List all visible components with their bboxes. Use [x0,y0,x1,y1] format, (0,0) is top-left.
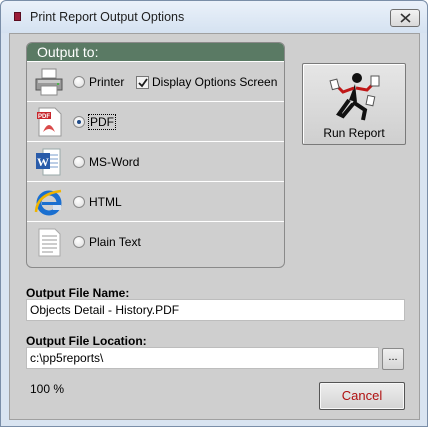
output-file-location-label: Output File Location: [26,334,147,348]
display-options-checkbox[interactable] [136,76,149,89]
app-icon [14,12,21,21]
printer-label: Printer [89,75,125,89]
text-document-icon [33,226,63,258]
output-option-printer: Printer Display Options Screen [27,61,284,101]
plain-text-label: Plain Text [89,235,141,249]
browse-button[interactable]: ... [382,348,404,370]
output-option-pdf: PDF PDF [27,101,284,141]
window-title: Print Report Output Options [30,10,185,24]
display-options-label: Display Options Screen [152,75,278,89]
output-option-plain-text: Plain Text [27,221,284,261]
close-button[interactable] [390,9,420,27]
close-icon [400,13,411,23]
dialog-window: Print Report Output Options Output to: P… [0,0,428,427]
output-to-header: Output to: [27,43,284,61]
plain-text-radio[interactable] [73,236,85,248]
printer-icon [33,66,63,98]
output-file-name-label: Output File Name: [26,286,130,300]
checkmark-icon [138,78,148,88]
title-bar[interactable]: Print Report Output Options [1,1,427,33]
html-label: HTML [89,195,122,209]
pdf-label: PDF [88,114,116,130]
output-option-html: HTML [27,181,284,221]
printer-radio[interactable] [73,76,85,88]
internet-explorer-icon [33,186,63,218]
msword-radio[interactable] [73,156,85,168]
run-report-label: Run Report [323,126,385,140]
output-file-name-field[interactable]: Objects Detail - History.PDF [26,299,405,321]
running-man-icon [329,73,380,121]
progress-text: 100 % [30,382,65,396]
html-radio[interactable] [73,196,85,208]
cancel-button[interactable]: Cancel [319,382,405,410]
output-option-msword: W MS-Word [27,141,284,181]
svg-text:PDF: PDF [38,114,50,120]
pdf-icon: PDF [33,106,63,138]
pdf-radio[interactable] [73,116,85,128]
word-icon: W [33,146,63,178]
run-report-button[interactable]: Run Report [302,63,406,145]
svg-text:W: W [37,155,49,169]
dialog-body: Output to: Printer Display Options Scree… [9,33,420,420]
output-file-location-field[interactable]: c:\pp5reports\ [26,347,379,369]
output-to-group: Output to: Printer Display Options Scree… [26,42,285,268]
msword-label: MS-Word [89,155,140,169]
